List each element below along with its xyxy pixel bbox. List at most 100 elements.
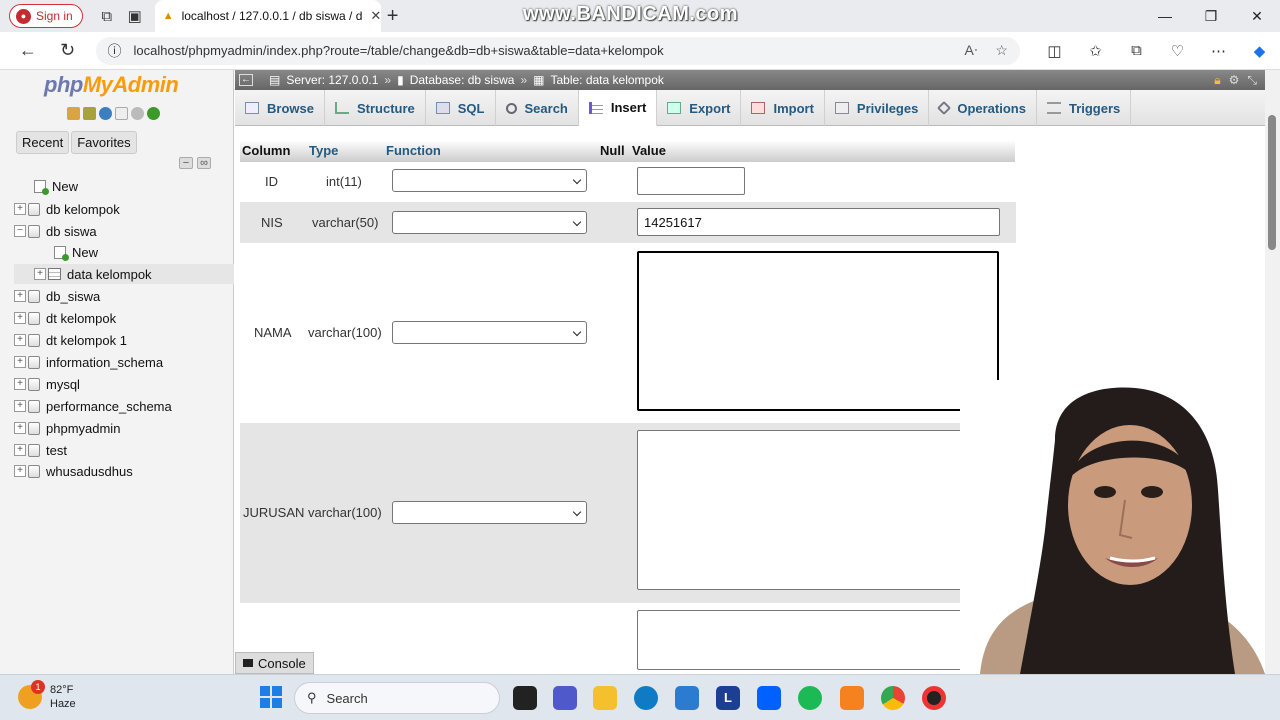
workspaces-icon[interactable]: ⧉ [93, 2, 121, 30]
tab-privileges[interactable]: Privileges [825, 90, 930, 126]
tree-item-new-table[interactable]: New [54, 242, 98, 262]
expand-icon[interactable]: + [14, 422, 26, 434]
breadcrumb-database[interactable]: Database: db siswa [410, 73, 515, 87]
minimize-icon[interactable]: — [1142, 0, 1188, 32]
tab-import[interactable]: Import [741, 90, 825, 126]
bandicam-record-icon[interactable] [922, 686, 946, 710]
collections-icon[interactable]: ⧉ [1116, 42, 1157, 60]
tab-browse[interactable]: Browse [235, 90, 325, 126]
tab-export[interactable]: Export [657, 90, 742, 126]
lock-icon[interactable]: 🔒︎ [1214, 73, 1220, 88]
help-icon[interactable] [99, 107, 112, 120]
tree-item-phpmyadmin[interactable]: + phpmyadmin [14, 418, 120, 438]
teams-icon[interactable] [553, 686, 577, 710]
value-textarea-nama[interactable] [637, 251, 999, 411]
expand-icon[interactable]: + [14, 334, 26, 346]
collapse-icon[interactable]: − [14, 225, 26, 237]
header-function[interactable]: Function [386, 143, 441, 158]
vertical-scrollbar[interactable] [1265, 70, 1280, 674]
new-tab-icon[interactable]: + [387, 5, 399, 28]
refresh-icon[interactable]: ↻ [48, 40, 88, 61]
tab-search[interactable]: Search [496, 90, 579, 126]
home-icon[interactable] [67, 107, 80, 120]
split-screen-icon[interactable]: ◫ [1034, 42, 1075, 60]
l-app-icon[interactable]: L [716, 686, 740, 710]
favorites-icon[interactable]: ✩ [1075, 42, 1116, 60]
xampp-icon[interactable] [840, 686, 864, 710]
header-type[interactable]: Type [309, 143, 338, 158]
function-select[interactable] [392, 169, 587, 192]
tree-item-db-siswa[interactable]: − db siswa [14, 221, 97, 241]
docs-icon[interactable] [115, 107, 128, 120]
console-toggle[interactable]: Console [235, 652, 314, 674]
breadcrumb-table[interactable]: Table: data kelompok [550, 73, 663, 87]
favorites-button[interactable]: Favorites [71, 131, 137, 154]
expand-icon[interactable]: + [14, 290, 26, 302]
address-bar[interactable]: ⓘ localhost/phpmyadmin/index.php?route=/… [95, 36, 1020, 65]
reload-nav-icon[interactable] [147, 107, 160, 120]
windows-start-icon[interactable] [260, 686, 282, 708]
expand-icon[interactable]: + [14, 356, 26, 368]
tree-item-mysql[interactable]: + mysql [14, 374, 80, 394]
expand-icon[interactable]: + [14, 465, 26, 477]
tab-structure[interactable]: Structure [325, 90, 426, 126]
value-input-nis[interactable]: 14251617 [637, 208, 1000, 236]
breadcrumb-server[interactable]: Server: 127.0.0.1 [286, 73, 378, 87]
tab-sql[interactable]: SQL [426, 90, 496, 126]
fullscreen-icon[interactable]: ⤡ [1247, 73, 1257, 88]
tree-item-whusadusdhus[interactable]: + whusadusdhus [14, 461, 133, 481]
tab-insert[interactable]: Insert [578, 90, 658, 126]
function-select[interactable] [392, 501, 587, 524]
phpmyadmin-logo[interactable]: phpMyAdmin [44, 72, 179, 98]
function-select[interactable] [392, 321, 587, 344]
file-explorer-icon[interactable] [593, 686, 617, 710]
logout-icon[interactable] [83, 107, 96, 120]
close-window-icon[interactable]: ✕ [1234, 0, 1280, 32]
value-textarea-next[interactable] [637, 610, 999, 670]
scrollbar-thumb[interactable] [1268, 115, 1276, 250]
value-textarea-jurusan[interactable] [637, 430, 999, 590]
sign-in-button[interactable]: ● Sign in [9, 4, 83, 28]
browser-essentials-icon[interactable]: ♡ [1157, 42, 1198, 60]
expand-icon[interactable]: + [14, 378, 26, 390]
tab-actions-icon[interactable]: ▣ [121, 2, 149, 30]
site-info-icon[interactable]: ⓘ [108, 41, 122, 61]
expand-icon[interactable]: + [14, 444, 26, 456]
tree-item-dt-kelompok-1[interactable]: + dt kelompok 1 [14, 330, 127, 350]
link-with-main-icon[interactable]: ∞ [197, 157, 211, 169]
dropbox-icon[interactable] [757, 686, 781, 710]
tree-item-new[interactable]: New [34, 176, 78, 196]
tab-operations[interactable]: Operations [929, 90, 1037, 126]
weather-widget[interactable]: 1 82°F Haze [18, 680, 76, 711]
store-icon[interactable] [675, 686, 699, 710]
chrome-icon[interactable] [881, 686, 905, 710]
function-select[interactable] [392, 211, 587, 234]
tree-item-test[interactable]: + test [14, 440, 67, 460]
expand-icon[interactable]: + [34, 268, 46, 280]
back-icon[interactable]: ← [8, 40, 48, 61]
collapse-all-icon[interactable]: − [179, 157, 193, 169]
copilot-icon[interactable]: ◆ [1239, 42, 1280, 60]
taskbar-search[interactable]: ⚲ Search [294, 682, 500, 714]
collapse-panel-icon[interactable]: ← [239, 74, 253, 86]
more-menu-icon[interactable]: ⋯ [1198, 42, 1239, 60]
close-tab-icon[interactable]: ✕ [370, 8, 380, 24]
tree-item-performance-schema[interactable]: + performance_schema [14, 396, 172, 416]
expand-icon[interactable]: + [14, 312, 26, 324]
recent-button[interactable]: Recent [16, 131, 70, 154]
tree-item-data-kelompok[interactable]: + data kelompok [14, 264, 234, 284]
value-input-id[interactable] [637, 167, 745, 195]
task-view-icon[interactable] [513, 686, 537, 710]
settings-gear-icon[interactable] [131, 107, 144, 120]
tree-item-information-schema[interactable]: + information_schema [14, 352, 163, 372]
spotify-icon[interactable] [798, 686, 822, 710]
favorite-star-icon[interactable]: ☆ [995, 42, 1008, 59]
tree-item-db-kelompok[interactable]: + db kelompok [14, 199, 120, 219]
tree-item-db_siswa[interactable]: + db_siswa [14, 286, 100, 306]
expand-icon[interactable]: + [14, 203, 26, 215]
settings-icon[interactable]: ⚙ [1229, 73, 1240, 88]
browser-tab-active[interactable]: ▲ localhost / 127.0.0.1 / db siswa / d ✕ [154, 0, 381, 32]
read-aloud-icon[interactable]: Aᐧ [965, 42, 978, 59]
expand-icon[interactable]: + [14, 400, 26, 412]
edge-icon[interactable] [634, 686, 658, 710]
